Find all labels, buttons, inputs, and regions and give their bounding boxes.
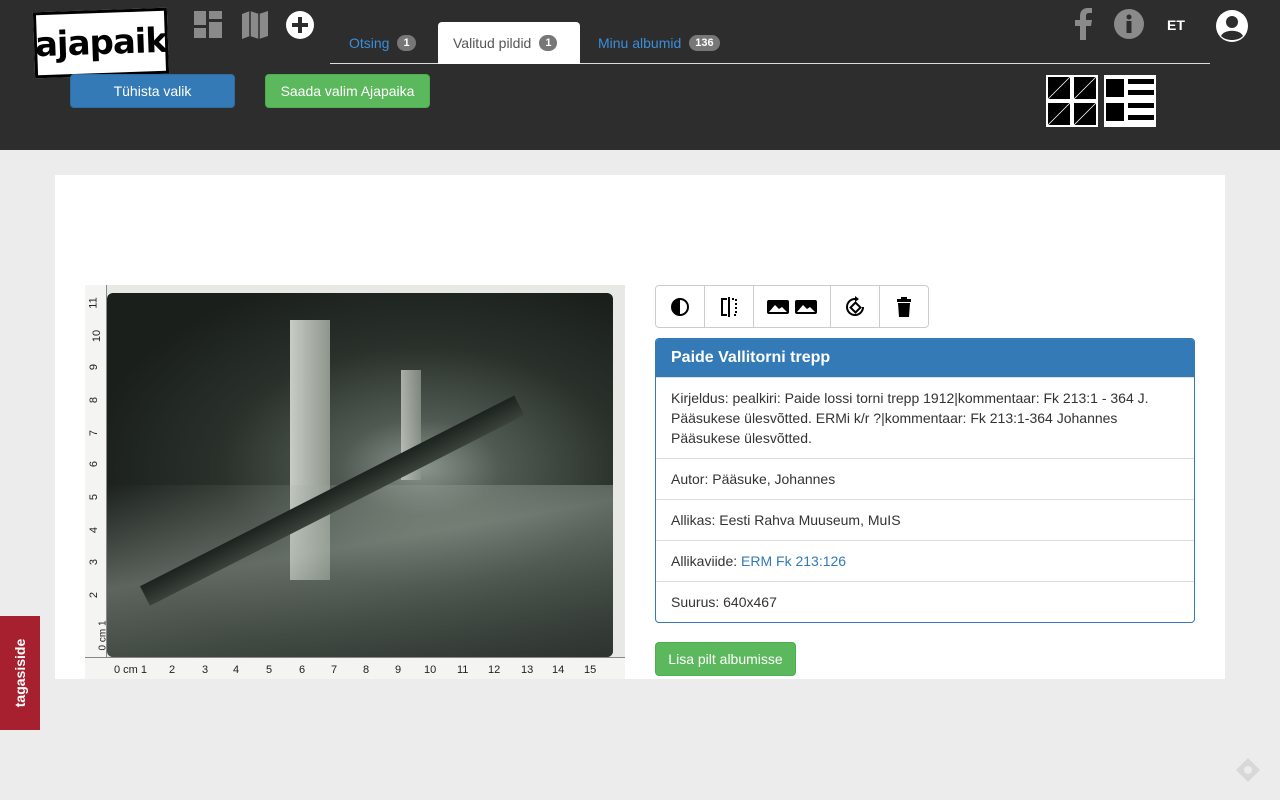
tab-selected-photos[interactable]: Valitud pildid 1	[438, 22, 580, 64]
ruler-bottom-label: 15	[584, 664, 597, 676]
photo-info-panel: Paide Vallitorni trepp Kirjeldus: pealki…	[655, 338, 1195, 623]
tab-my-albums[interactable]: Minu albumid 136	[583, 22, 735, 64]
source-ref-label: Allikaviide:	[671, 553, 742, 569]
photo-author: Autor: Pääsuke, Johannes	[656, 458, 1194, 499]
ruler-horizontal: 0 cm 1 2 3 4 5 6 7 8 9 10 11 12 13 14 15	[85, 657, 625, 679]
compare-button[interactable]	[754, 286, 831, 327]
list-layout-icon[interactable]	[1104, 75, 1156, 127]
facebook-icon[interactable]	[1073, 8, 1093, 40]
ruler-bottom-label: 14	[552, 664, 565, 676]
ruler-left-label: 2	[88, 591, 101, 599]
ruler-bottom-label: 7	[331, 664, 338, 676]
ruler-bottom-label: 9	[395, 664, 402, 676]
tag-icon[interactable]	[1234, 756, 1262, 784]
user-account-icon[interactable]	[1216, 10, 1248, 42]
ruler-bottom-label: 12	[488, 664, 501, 676]
ruler-bottom-label: 0 cm 1	[114, 664, 148, 676]
ruler-bottom-label: 10	[424, 664, 437, 676]
tab-albums-count: 136	[689, 35, 720, 51]
add-icon[interactable]	[285, 10, 315, 40]
top-header: ajapaik Otsing 1 Valitud pildid 1 Minu a…	[0, 0, 1280, 150]
logo-text: ajapaik	[34, 20, 168, 66]
feedback-tab[interactable]: tagasiside	[0, 616, 40, 730]
add-to-album-button[interactable]: Lisa pilt albumisse	[655, 642, 796, 676]
grid-layout-icon[interactable]	[1046, 75, 1098, 127]
contrast-button[interactable]	[656, 286, 705, 327]
grid-view-icon[interactable]	[193, 10, 223, 40]
clear-selection-button[interactable]: Tühista valik	[70, 74, 235, 108]
ruler-bottom-label: 2	[169, 664, 176, 676]
ruler-bottom-label: 4	[233, 664, 240, 676]
tab-albums-label: Minu albumid	[598, 35, 682, 51]
ruler-left-label: 10	[91, 329, 104, 343]
info-icon[interactable]	[1114, 9, 1144, 39]
ruler-bottom-label: 13	[521, 664, 534, 676]
photo-toolbar	[655, 285, 929, 328]
tab-selected-label: Valitud pildid	[453, 35, 532, 51]
ruler-vertical: 0 cm 1 2 3 4 5 6 7 8 9 10 11	[85, 285, 109, 657]
ruler-left-label: 8	[88, 396, 101, 404]
tab-search-count: 1	[397, 35, 416, 51]
ruler-bottom-label: 3	[202, 664, 209, 676]
flip-icon	[721, 296, 737, 317]
ruler-left-label: 3	[88, 558, 101, 566]
tab-search[interactable]: Otsing 1	[334, 22, 431, 64]
photo-description: Kirjeldus: pealkiri: Paide lossi torni t…	[656, 377, 1194, 458]
ruler-left-label: 4	[88, 526, 101, 534]
ruler-bottom-label: 8	[363, 664, 370, 676]
ruler-left-label: 9	[88, 363, 101, 371]
photo-source: Allikas: Eesti Rahva Muuseum, MuIS	[656, 499, 1194, 540]
feedback-label: tagasiside	[12, 638, 29, 708]
rotate-button[interactable]	[831, 286, 880, 327]
delete-button[interactable]	[880, 286, 928, 327]
ruler-left-label: 5	[88, 493, 101, 501]
contrast-icon	[671, 297, 689, 316]
ajapaik-logo[interactable]: ajapaik	[32, 7, 170, 79]
ruler-bottom-label: 6	[299, 664, 306, 676]
tab-search-label: Otsing	[349, 35, 390, 51]
ruler-left-label: 6	[88, 460, 101, 468]
photo-source-ref: Allikaviide: ERM Fk 213:126	[656, 540, 1194, 581]
language-switch[interactable]: ET	[1167, 17, 1185, 33]
ruler-left-label: 11	[87, 297, 100, 309]
ruler-left-label: 7	[88, 429, 101, 437]
rotate-icon	[846, 295, 864, 316]
archive-photo[interactable]: 0 cm 1 2 3 4 5 6 7 8 9 10 11 0 cm 1 2 3 …	[85, 285, 625, 679]
tab-selected-count: 1	[539, 35, 558, 51]
source-ref-link[interactable]: ERM Fk 213:126	[741, 553, 846, 569]
photo-size: Suurus: 640x467	[656, 581, 1194, 622]
trash-icon	[897, 296, 911, 317]
images-icon	[767, 299, 817, 314]
send-selection-button[interactable]: Saada valim Ajapaika	[265, 74, 430, 108]
photo-title: Paide Vallitorni trepp	[656, 339, 1194, 377]
ruler-bottom-label: 11	[457, 664, 469, 676]
ruler-bottom-label: 5	[266, 664, 273, 676]
map-icon[interactable]	[240, 10, 270, 40]
flip-button[interactable]	[705, 286, 754, 327]
